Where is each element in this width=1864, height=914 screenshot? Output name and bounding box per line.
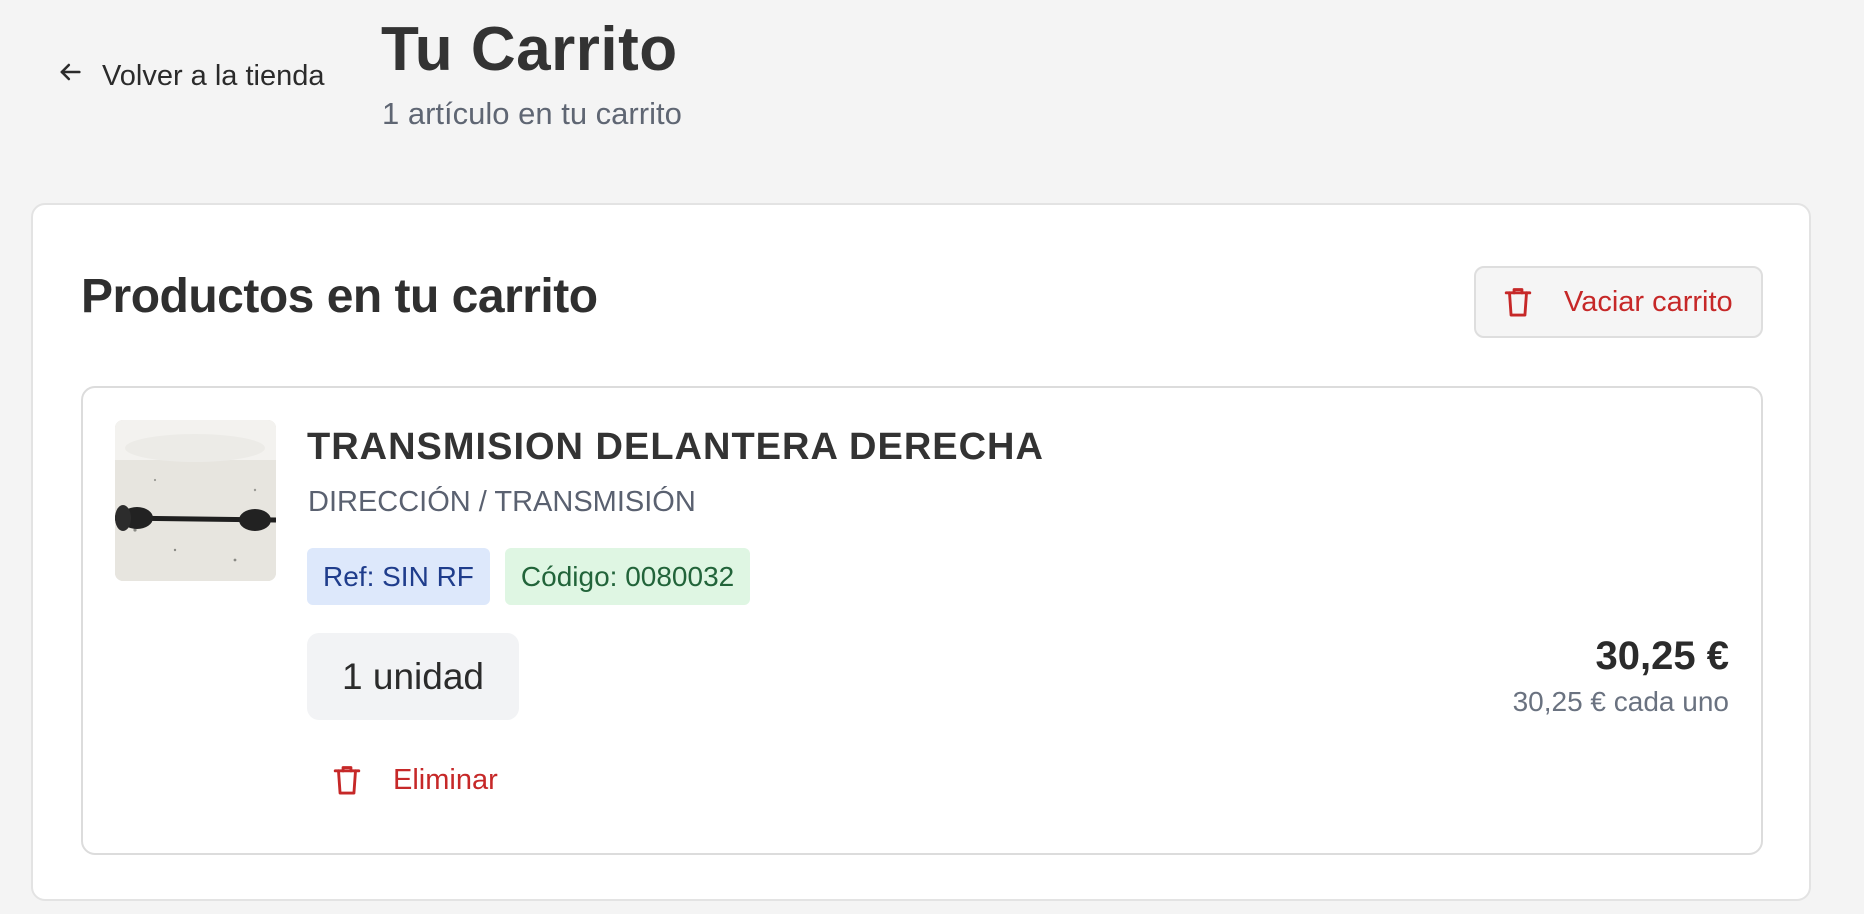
section-title: Productos en tu carrito [81, 270, 598, 323]
cart-item: TRANSMISION DELANTERA DERECHA DIRECCIÓN … [81, 386, 1763, 855]
empty-cart-label: Vaciar carrito [1564, 285, 1733, 318]
product-image [115, 420, 276, 581]
product-category: DIRECCIÓN / TRANSMISIÓN [308, 486, 696, 518]
remove-item-label: Eliminar [393, 763, 498, 796]
code-badge: Código: 0080032 [504, 548, 751, 605]
back-link-label: Volver a la tienda [102, 59, 325, 92]
back-to-store-link[interactable]: Volver a la tienda [56, 58, 324, 94]
trash-icon [331, 763, 363, 797]
page-title: Tu Carrito [381, 15, 678, 84]
empty-cart-button[interactable]: Vaciar carrito [1474, 266, 1763, 338]
item-total-price: 30,25 € [1595, 634, 1729, 678]
trash-icon [1502, 285, 1534, 319]
ref-badge: Ref: SIN RF [307, 548, 490, 605]
product-tags: Ref: SIN RF Código: 0080032 [307, 548, 751, 605]
cart-card: Productos en tu carrito Vaciar carrito T… [31, 203, 1811, 901]
arrow-left-icon [56, 58, 84, 94]
item-unit-price: 30,25 € cada uno [1512, 686, 1729, 717]
cart-page: Volver a la tienda Tu Carrito 1 artículo… [0, 0, 1864, 914]
product-name: TRANSMISION DELANTERA DERECHA [307, 426, 1044, 468]
quantity-display: 1 unidad [307, 633, 519, 720]
remove-item-button[interactable]: Eliminar [331, 763, 498, 797]
page-subtitle: 1 artículo en tu carrito [382, 96, 682, 131]
